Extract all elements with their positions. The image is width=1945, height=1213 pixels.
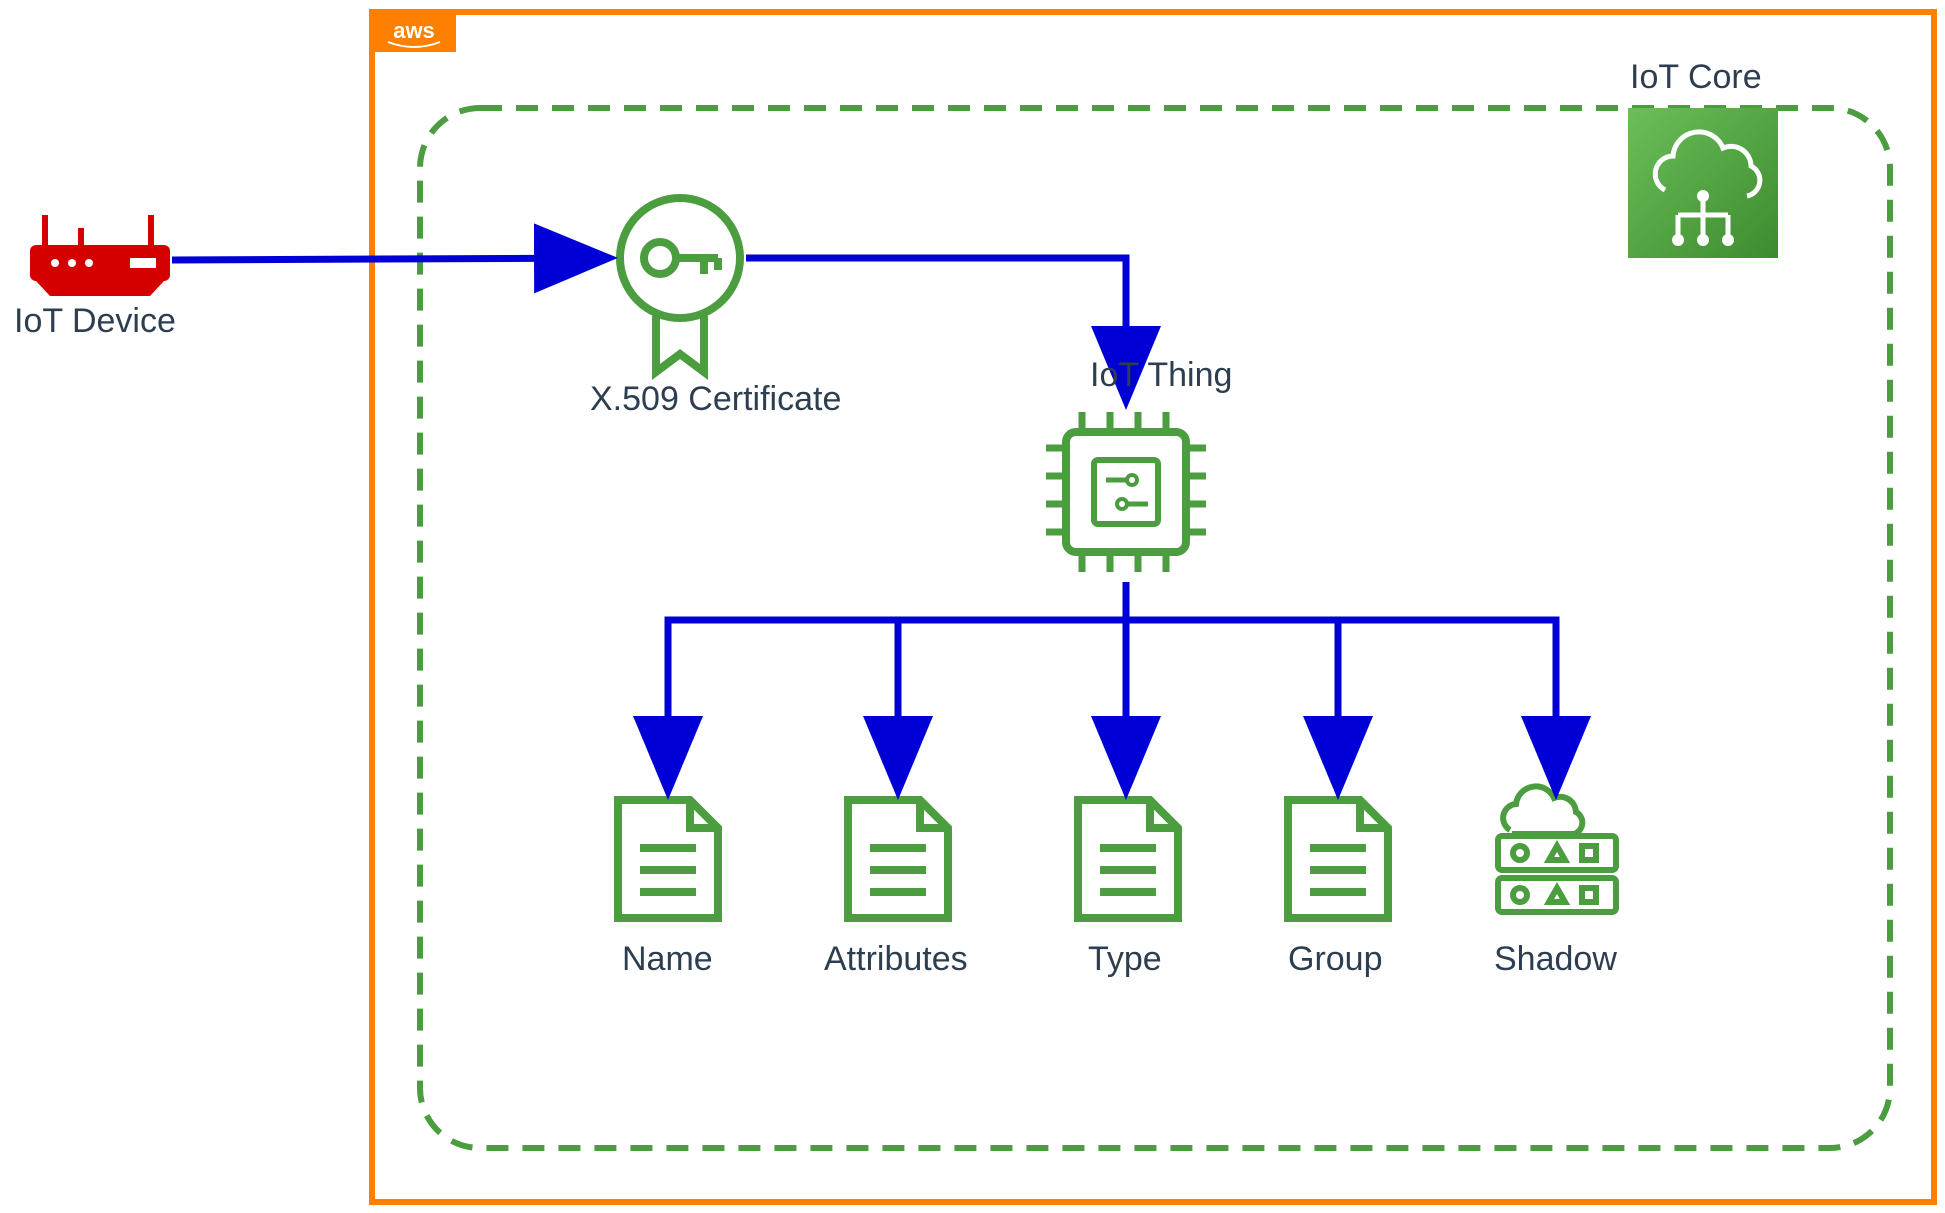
type-label: Type: [1088, 940, 1162, 979]
iot-core-label: IoT Core: [1630, 58, 1762, 97]
shadow-label: Shadow: [1494, 940, 1617, 979]
iot-core-border: [420, 108, 1890, 1148]
arrow-device-cert: [172, 258, 604, 260]
arrow-cert-thing: [746, 258, 1126, 396]
iot-core-icon: [1628, 108, 1778, 258]
doc-name-icon: [618, 800, 718, 918]
doc-attributes-icon: [848, 800, 948, 918]
doc-group-icon: [1288, 800, 1388, 918]
iot-thing-label: IoT Thing: [1090, 356, 1232, 395]
doc-type-icon: [1078, 800, 1178, 918]
iot-thing-icon: [1046, 412, 1206, 572]
iot-device-label: IoT Device: [14, 302, 176, 341]
arrow-thing-attrs: [898, 582, 1126, 786]
shadow-icon: [1498, 786, 1616, 912]
svg-text:aws: aws: [393, 18, 435, 43]
attributes-label: Attributes: [824, 940, 968, 979]
group-label: Group: [1288, 940, 1383, 979]
iot-device-icon: [30, 215, 170, 296]
name-label: Name: [622, 940, 713, 979]
cert-icon: [620, 198, 740, 372]
aws-badge: aws: [372, 12, 456, 52]
arrow-thing-group: [1126, 582, 1338, 786]
cert-label: X.509 Certificate: [590, 380, 841, 419]
